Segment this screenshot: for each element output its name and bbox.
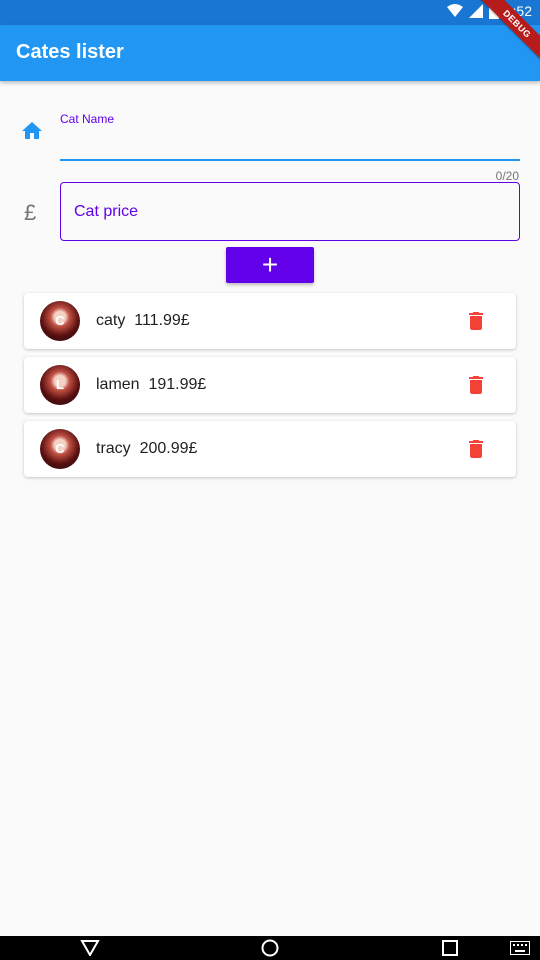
cat-info-text: tracy 200.99£	[96, 440, 198, 457]
signal-icon	[468, 4, 483, 18]
cat-name-field[interactable]: Cat Name 0/20	[0, 105, 540, 185]
keyboard-icon[interactable]	[510, 941, 530, 955]
delete-icon[interactable]	[464, 309, 488, 333]
cat-avatar: C	[40, 429, 80, 469]
home-icon	[22, 122, 42, 139]
system-nav-bar	[0, 936, 540, 960]
cat-name-underline	[60, 159, 520, 161]
status-bar: 6:52	[0, 0, 540, 25]
back-icon[interactable]	[80, 940, 100, 956]
cat-name-label: Cat Name	[60, 112, 115, 126]
cat-list-item: L lamen 191.99£	[24, 357, 516, 413]
cat-name-counter: 0/20	[495, 169, 519, 183]
avatar-letter: L	[56, 377, 64, 392]
cat-name-input[interactable]	[60, 131, 524, 161]
add-cat-button[interactable]: +	[226, 247, 314, 283]
avatar-letter: C	[55, 313, 65, 328]
delete-icon[interactable]	[464, 373, 488, 397]
cat-info-text: lamen 191.99£	[96, 376, 207, 393]
cat-list: C caty 111.99£ L lamen 191.99£ C tracy 2…	[24, 293, 516, 485]
cat-price-field[interactable]: £	[0, 182, 540, 242]
pound-icon: £	[24, 200, 37, 225]
home-nav-icon[interactable]	[261, 939, 279, 957]
cat-price-box[interactable]	[60, 182, 520, 241]
app-bar: Cates lister	[0, 25, 540, 81]
delete-icon[interactable]	[464, 437, 488, 461]
cat-avatar: C	[40, 301, 80, 341]
cat-info-text: caty 111.99£	[96, 312, 190, 329]
avatar-letter: C	[55, 441, 65, 456]
cat-avatar: L	[40, 365, 80, 405]
cat-list-item: C caty 111.99£	[24, 293, 516, 349]
app-title: Cates lister	[16, 41, 124, 63]
cat-price-input[interactable]	[72, 201, 496, 223]
wifi-icon	[446, 4, 463, 17]
cat-list-item: C tracy 200.99£	[24, 421, 516, 477]
recents-icon[interactable]	[442, 940, 458, 956]
